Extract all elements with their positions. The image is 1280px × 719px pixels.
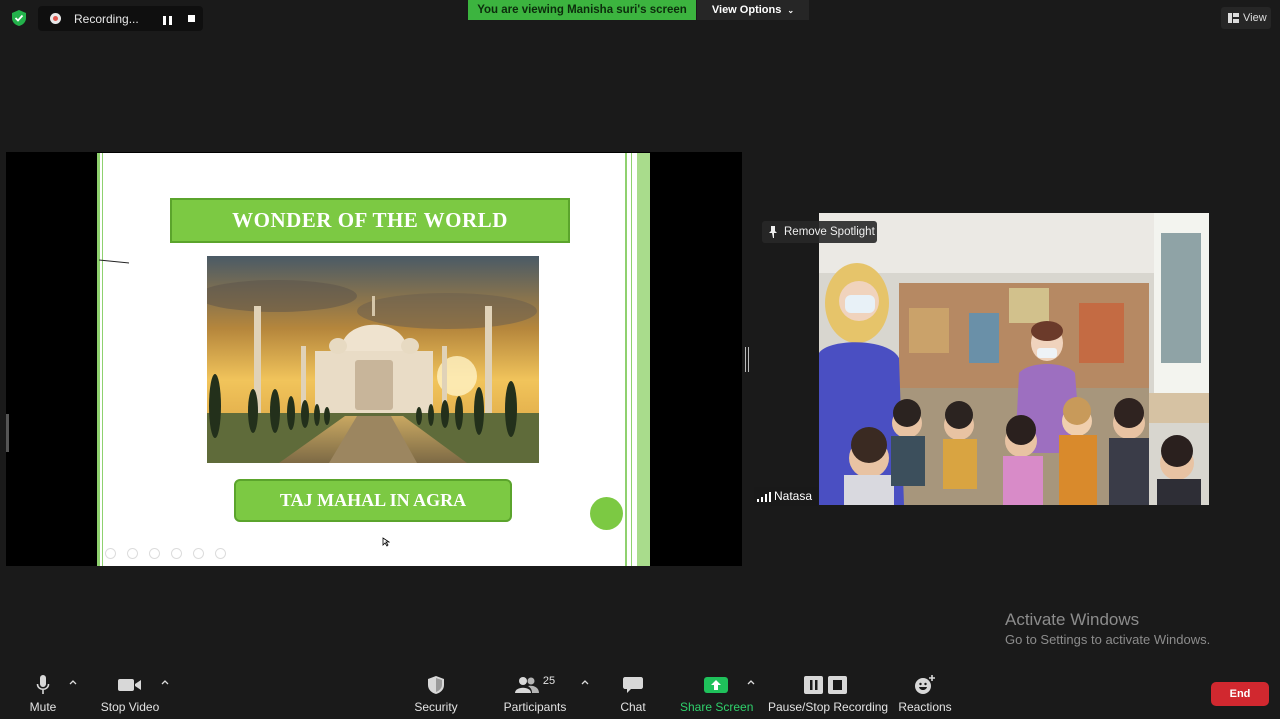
more-options-icon[interactable]	[215, 548, 226, 559]
audio-options-caret-icon[interactable]	[69, 678, 77, 686]
security-button[interactable]: Security	[413, 673, 459, 714]
slide-green-dot	[590, 497, 623, 530]
chat-button[interactable]: Chat	[614, 673, 652, 714]
remove-spotlight-label: Remove Spotlight	[784, 226, 875, 238]
pause-stop-recording-button[interactable]: Pause/Stop Recording	[768, 673, 889, 714]
remove-spotlight-button[interactable]: Remove Spotlight	[762, 221, 877, 243]
share-screen-button[interactable]: Share Screen	[680, 673, 754, 714]
participants-count: 25	[542, 675, 556, 687]
end-meeting-button[interactable]: End	[1211, 682, 1269, 706]
video-camera-icon	[98, 673, 162, 697]
security-label: Security	[414, 700, 458, 714]
video-options-caret-icon[interactable]	[161, 678, 169, 686]
shield-icon	[413, 673, 459, 697]
microphone-icon	[22, 673, 64, 697]
slide-title: WONDER OF THE WORLD	[232, 208, 508, 232]
participants-icon: 25	[503, 673, 567, 697]
view-button[interactable]: View	[1221, 7, 1271, 29]
signal-strength-icon	[757, 492, 771, 502]
pause-recording-icon[interactable]	[163, 14, 172, 25]
view-options-button[interactable]: View Options ⌄	[697, 0, 809, 20]
stop-recording-icon[interactable]	[188, 15, 195, 22]
stop-video-button[interactable]: Stop Video	[98, 673, 162, 714]
view-label: View	[1243, 12, 1267, 24]
participants-options-caret-icon[interactable]	[581, 678, 589, 686]
share-options-caret-icon[interactable]	[747, 678, 755, 686]
watermark-subtitle: Go to Settings to activate Windows.	[1005, 632, 1211, 647]
share-screen-icon	[680, 673, 752, 697]
mute-button[interactable]: Mute	[22, 673, 64, 714]
security-shield-icon[interactable]	[10, 9, 28, 27]
pen-annotation-stroke	[98, 259, 130, 264]
chat-bubble-icon	[614, 673, 652, 697]
panel-resize-handle[interactable]	[745, 347, 749, 372]
side-tab	[6, 414, 9, 452]
reactions-button[interactable]: Reactions	[898, 673, 952, 714]
participant-video	[819, 213, 1209, 505]
reactions-label: Reactions	[898, 700, 952, 714]
view-options-label: View Options	[711, 4, 782, 16]
grid-view-icon	[1228, 13, 1239, 23]
chevron-down-icon: ⌄	[787, 6, 795, 15]
viewing-screen-banner: You are viewing Manisha suri's screen	[468, 0, 696, 20]
participant-name: Natasa	[774, 489, 813, 503]
share-screen-label: Share Screen	[680, 700, 754, 714]
recording-control-label: Pause/Stop Recording	[768, 700, 889, 714]
recording-dot-icon	[50, 13, 61, 24]
zoom-icon[interactable]	[193, 548, 204, 559]
recording-indicator: Recording...	[38, 6, 203, 31]
previous-slide-icon[interactable]	[105, 548, 116, 559]
pen-tool-icon[interactable]	[149, 548, 160, 559]
slides-view-icon[interactable]	[171, 548, 182, 559]
mute-label: Mute	[29, 700, 57, 714]
participants-button[interactable]: 25 Participants	[503, 673, 567, 714]
slide-title-box: WONDER OF THE WORLD	[170, 198, 570, 243]
next-slide-icon[interactable]	[127, 548, 138, 559]
reaction-emoji-icon	[898, 673, 952, 697]
recording-status-label: Recording...	[74, 12, 139, 26]
slide-caption-box: TAJ MAHAL IN AGRA	[234, 479, 512, 522]
slide-caption: TAJ MAHAL IN AGRA	[279, 490, 467, 510]
mouse-cursor-icon	[382, 537, 390, 547]
shared-screen: WONDER OF THE WORLD TAJ MAHAL IN AGRA	[6, 152, 742, 566]
watermark-title: Activate Windows	[1005, 610, 1140, 629]
meeting-toolbar: Mute Stop Video Security 25 Participants…	[0, 664, 1280, 719]
pause-stop-icon	[768, 673, 883, 697]
pin-icon	[769, 226, 777, 238]
presentation-slide: WONDER OF THE WORLD TAJ MAHAL IN AGRA	[97, 153, 650, 566]
activate-windows-watermark: Activate Windows Go to Settings to activ…	[1005, 610, 1210, 647]
stop-video-label: Stop Video	[100, 700, 160, 714]
chat-label: Chat	[620, 700, 646, 714]
participant-name-tag: Natasa	[754, 487, 818, 506]
taj-mahal-image	[207, 256, 539, 463]
participants-label: Participants	[503, 700, 567, 714]
